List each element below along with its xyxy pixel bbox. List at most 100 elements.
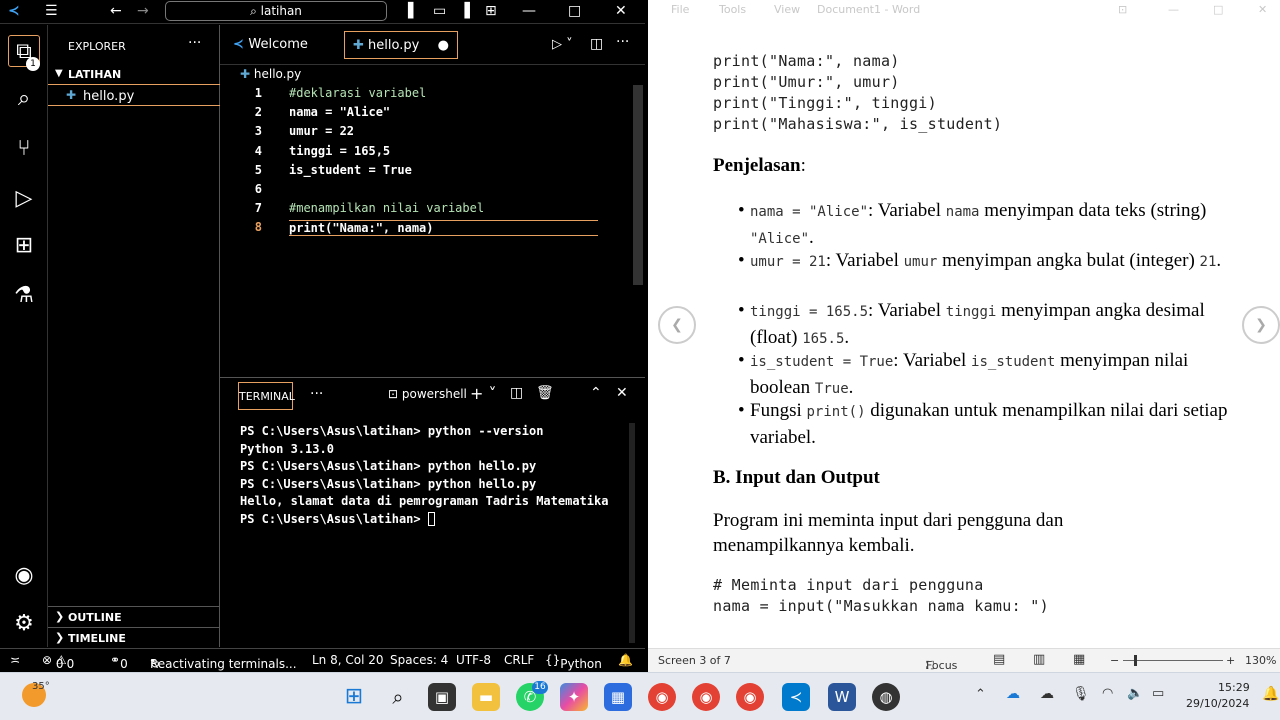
terminal-output[interactable]: PS C:\Users\Asus\latihan> python --versi… — [240, 423, 608, 528]
code-line[interactable]: print("Nama:", nama) — [289, 220, 598, 237]
toggle-secondary-sidebar-icon[interactable]: ▐ — [459, 3, 470, 19]
source-control-icon[interactable]: ⑂ — [8, 133, 40, 165]
tab-welcome[interactable]: ≺ Welcome — [225, 31, 340, 59]
extensions-icon[interactable]: ⊞ — [8, 230, 40, 262]
customize-layout-icon[interactable]: ⊞ — [485, 3, 497, 19]
print-layout-icon[interactable]: ▥ — [1033, 652, 1045, 667]
onedrive-cloud-icon[interactable]: ☁ — [1006, 686, 1020, 702]
chrome-profile-icon[interactable]: ◉ — [692, 683, 720, 711]
close-icon[interactable]: ✕ — [615, 3, 627, 19]
bullet-item: • is_student = True: Variabel is_student… — [738, 348, 1230, 402]
bullet-item: • tinggi = 165.5: Variabel tinggi menyim… — [738, 298, 1230, 352]
command-center-label: latihan — [260, 4, 302, 18]
battery-icon[interactable]: ▭ — [1152, 686, 1164, 701]
tab-terminal[interactable]: TERMINAL — [238, 382, 295, 410]
code-line[interactable]: is_student = True — [289, 163, 412, 177]
zoom-slider-thumb[interactable] — [1134, 655, 1137, 666]
indentation[interactable]: Spaces: 4 — [390, 653, 448, 667]
read-mode-icon[interactable]: ▤ — [993, 652, 1005, 667]
store-icon[interactable]: ▦ — [604, 683, 632, 711]
split-terminal-icon[interactable]: ◫ — [510, 385, 523, 401]
close-icon[interactable]: ✕ — [1258, 3, 1267, 16]
file-explorer-icon[interactable]: ▬ — [472, 683, 500, 711]
run-file-icon[interactable]: ▷ ˅ — [552, 37, 573, 52]
forward-arrow-icon[interactable]: → — [137, 3, 149, 19]
menu-tools[interactable]: Tools — [719, 3, 746, 16]
language-mode[interactable]: {} Python — [545, 653, 602, 671]
chevron-right-icon: ❯ — [55, 631, 65, 644]
problems-indicator[interactable]: ⊗ 0 ⚠ 0 — [42, 653, 74, 671]
task-view-icon[interactable]: ▣ — [428, 683, 456, 711]
settings-gear-icon[interactable]: ⚙ — [8, 608, 40, 640]
encoding[interactable]: UTF-8 — [456, 653, 491, 667]
menu-file[interactable]: File — [671, 3, 689, 16]
chrome-profile-2-icon[interactable]: ◉ — [736, 683, 764, 711]
close-panel-icon[interactable]: ✕ — [616, 385, 628, 401]
minimize-icon[interactable]: — — [1168, 3, 1179, 16]
line-ending[interactable]: CRLF — [504, 653, 534, 667]
split-editor-icon[interactable]: ◫ — [590, 36, 603, 52]
cloud-icon[interactable]: ☁ — [1040, 686, 1054, 702]
command-center-search[interactable]: ⌕ latihan — [165, 1, 387, 21]
minimize-icon[interactable]: — — [522, 3, 536, 19]
unsaved-dot-icon[interactable]: ● — [438, 32, 449, 60]
zoom-in-icon[interactable]: + — [1226, 654, 1235, 667]
terminal-scrollbar[interactable] — [629, 423, 635, 643]
cursor-position[interactable]: Ln 8, Col 20 — [312, 653, 384, 667]
terminal-shell-selector[interactable]: ⊡ powershell — [388, 387, 467, 401]
remote-icon[interactable]: ≍ — [10, 653, 20, 667]
copilot-icon[interactable]: ✦ — [560, 683, 588, 711]
zoom-level[interactable]: 130% — [1245, 654, 1276, 667]
toggle-sidebar-icon[interactable]: ▌ — [408, 3, 419, 19]
maximize-icon[interactable]: □ — [568, 3, 581, 19]
new-terminal-icon[interactable]: + ˅ — [470, 384, 497, 403]
wifi-icon[interactable]: ◠ — [1102, 686, 1113, 701]
maximize-icon[interactable]: □ — [1213, 3, 1223, 16]
clock-time[interactable]: 15:29 — [1218, 681, 1250, 694]
volume-icon[interactable]: 🔈 — [1127, 686, 1143, 701]
maximize-panel-icon[interactable]: ⌃ — [590, 385, 602, 401]
more-actions-icon[interactable]: ··· — [616, 34, 629, 50]
clock-date[interactable]: 29/10/2024 — [1186, 697, 1249, 710]
vscode-taskbar-icon[interactable]: ≺ — [782, 683, 810, 711]
code-line[interactable]: nama = "Alice" — [289, 105, 390, 119]
editor-scrollbar[interactable] — [633, 85, 643, 285]
code-line[interactable]: umur = 22 — [289, 124, 354, 138]
zoom-slider[interactable] — [1123, 660, 1223, 661]
outline-section[interactable]: ❯ OUTLINE — [48, 606, 220, 626]
menu-icon[interactable]: ☰ — [45, 3, 58, 19]
breadcrumb[interactable]: ✚ hello.py — [240, 67, 301, 81]
back-arrow-icon[interactable]: ← — [110, 3, 122, 19]
account-icon[interactable]: ◉ — [8, 560, 40, 592]
tab-hello-py[interactable]: ✚ hello.py ● — [344, 31, 458, 59]
more-actions-icon[interactable]: ··· — [310, 386, 323, 402]
code-line[interactable]: #deklarasi variabel — [289, 86, 426, 100]
run-debug-icon[interactable]: ▷ — [8, 183, 40, 215]
more-actions-icon[interactable]: ··· — [188, 35, 201, 51]
trash-icon[interactable]: 🗑 — [536, 385, 554, 401]
previous-screen-button[interactable]: ❮ — [658, 306, 696, 344]
code-line[interactable]: tinggi = 165,5 — [289, 144, 390, 158]
microphone-icon[interactable]: 🎙 — [1072, 686, 1090, 702]
code-line[interactable]: #menampilkan nilai variabel — [289, 201, 484, 215]
testing-flask-icon[interactable]: ⚗ — [8, 280, 40, 312]
search-icon[interactable]: ⌕ — [8, 83, 40, 115]
next-screen-button[interactable]: ❯ — [1242, 306, 1280, 344]
obs-icon[interactable]: ◍ — [872, 683, 900, 711]
web-layout-icon[interactable]: ▦ — [1073, 652, 1085, 667]
chrome-icon[interactable]: ◉ — [648, 683, 676, 711]
zoom-out-icon[interactable]: − — [1110, 654, 1119, 667]
file-item-hello-py[interactable]: ✚ hello.py — [48, 86, 220, 106]
search-icon[interactable]: ⌕ — [384, 683, 412, 711]
toggle-panel-icon[interactable]: ▭ — [433, 3, 446, 19]
folder-header[interactable]: ▼ LATIHAN — [48, 65, 220, 85]
start-windows-icon[interactable]: ⊞ — [340, 683, 368, 711]
notifications-bell-icon[interactable]: 🔔 — [618, 653, 633, 667]
restore-layout-icon[interactable]: ⊡ — [1118, 3, 1127, 16]
word-taskbar-icon[interactable]: W — [828, 683, 856, 711]
show-hidden-icons-chevron-icon[interactable]: ⌃ — [975, 687, 986, 702]
menu-view[interactable]: View — [774, 3, 800, 16]
notifications-bell-icon[interactable]: 🔔 — [1262, 686, 1279, 702]
ports-indicator[interactable]: ⚭ 0 — [110, 653, 128, 671]
timeline-section[interactable]: ❯ TIMELINE — [48, 627, 220, 647]
